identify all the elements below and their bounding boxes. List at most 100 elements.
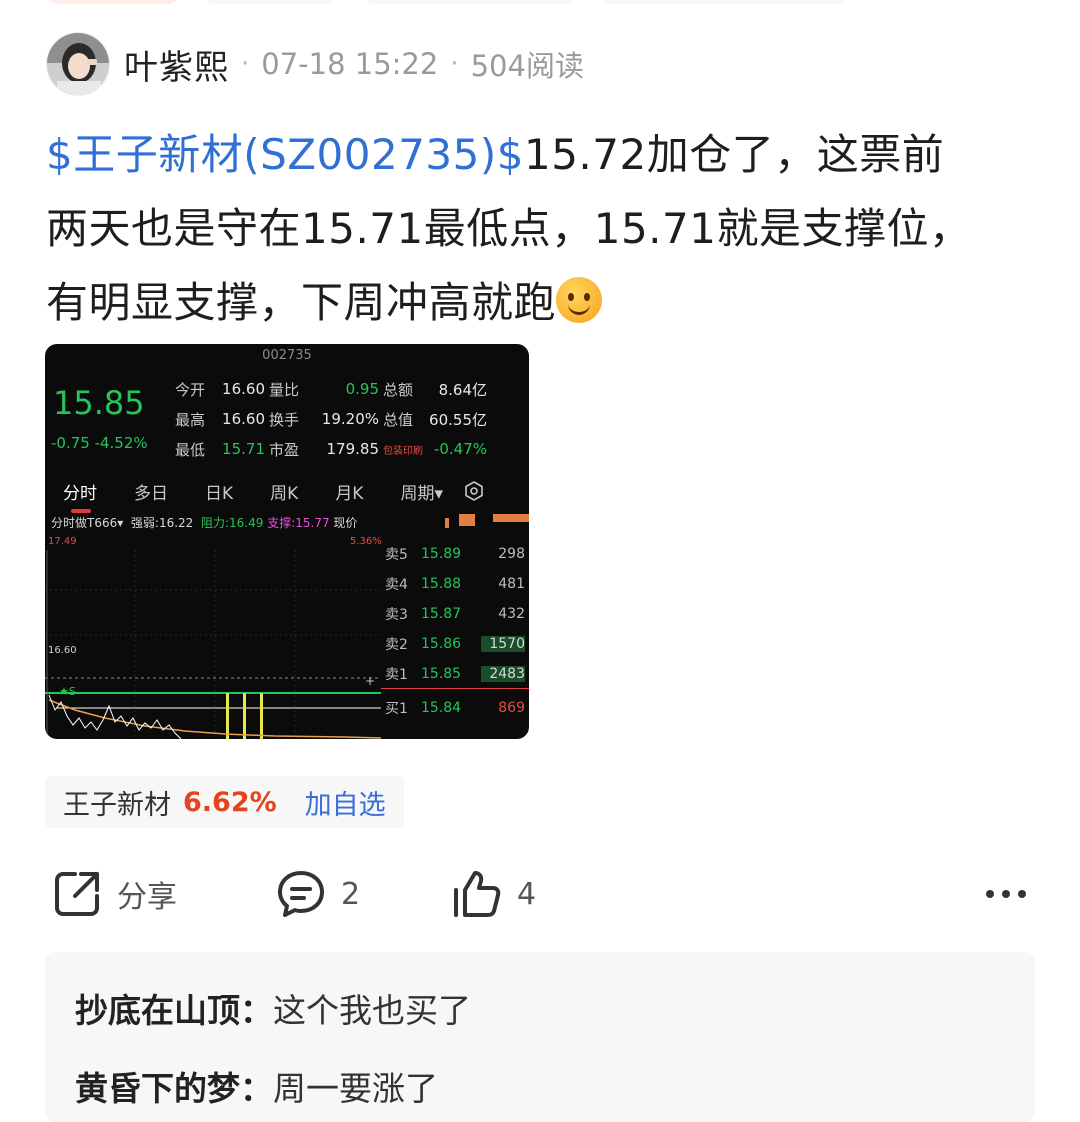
like-count: 4 [517, 876, 537, 912]
post-header: 叶紫熙 · 07-18 15:22 · 504阅读 [46, 32, 584, 96]
quote-stat-row: 最低 15.71 市盈 179.85 包装印刷 -0.47% [175, 434, 525, 464]
order-book-row: 卖3 15.87 432 [381, 599, 529, 629]
stock-quote-screenshot[interactable]: 002735 15.85 -0.75 -4.52% 今开 16.60 量比 0.… [45, 344, 529, 739]
comment-text: 这个我也买了 [273, 991, 471, 1030]
book-price: 15.88 [421, 576, 462, 592]
post-line-1: $王子新材(SZ002735)$15.72加仓了，这票前 [46, 118, 1006, 192]
author-name[interactable]: 叶紫熙 [124, 40, 229, 89]
top-tab[interactable] [48, 0, 178, 4]
book-label: 卖5 [385, 547, 408, 563]
post-text-1: 15.72加仓了，这票前 [523, 130, 945, 179]
share-button[interactable]: 分享 [51, 862, 177, 926]
book-label: 卖3 [385, 607, 408, 623]
current-label: 现价 [333, 516, 358, 530]
stock-tag-link[interactable]: $王子新材(SZ002735)$ [46, 130, 524, 179]
settings-icon[interactable] [464, 481, 484, 501]
tab-monthk[interactable]: 月K [335, 479, 363, 504]
stat-label: 最高 [175, 410, 206, 429]
comment-button[interactable]: 2 [275, 862, 360, 926]
quote-stats: 今开 16.60 量比 0.95 总额 8.64亿 最高 16.60 换手 19… [175, 374, 525, 464]
top-tab-strip [0, 0, 1080, 8]
quote-code: 002735 [262, 348, 312, 363]
like-button[interactable]: 4 [451, 862, 536, 926]
book-volume: 432 [498, 606, 525, 622]
post-text-2: 两天也是守在15.71最低点，15.71就是支撑位， [46, 204, 972, 253]
stat-value: 16.60 [222, 410, 265, 428]
stat-label: 换手 [269, 410, 300, 429]
stat-label: 总值 [383, 410, 414, 429]
add-watchlist-button[interactable]: 加自选 [305, 783, 386, 822]
order-book-row: 卖1 15.85 2483 [381, 659, 529, 689]
top-tab[interactable] [600, 0, 845, 4]
post-text-3: 有明显支撑，下周冲高就跑 [46, 278, 557, 327]
tab-dayk[interactable]: 日K [205, 479, 233, 504]
book-volume: 1570 [481, 636, 525, 652]
support-value: 支撑:15.77 [267, 516, 330, 530]
post-time: 07-18 15:22 [261, 47, 439, 81]
separator-dot: · [450, 49, 459, 79]
comment-user[interactable]: 抄底在山顶 [75, 991, 240, 1030]
stat-label: 今开 [175, 380, 206, 399]
book-price: 15.85 [421, 665, 462, 682]
stock-chip-name[interactable]: 王子新材 [63, 783, 171, 822]
more-icon [986, 890, 1026, 898]
indicator-name[interactable]: 分时做T666▾ [51, 516, 123, 530]
comment-user[interactable]: 黄昏下的梦 [75, 1069, 240, 1108]
avatar[interactable] [46, 32, 110, 96]
share-label: 分享 [117, 880, 177, 915]
tab-fenshi[interactable]: 分时 [63, 479, 97, 513]
stat-value: 15.71 [222, 440, 265, 458]
comment-item[interactable]: 抄底在山顶：这个我也买了 [75, 972, 1005, 1050]
stat-value: 0.95 [345, 380, 379, 398]
stat-value: -0.47% [433, 440, 487, 458]
book-label: 买1 [385, 701, 408, 717]
comment-icon [278, 871, 324, 917]
chart-high-price: 17.49 [48, 536, 77, 547]
thumbs-up-icon [454, 871, 501, 917]
more-button[interactable] [985, 862, 1027, 926]
quote-stat-row: 今开 16.60 量比 0.95 总额 8.64亿 [175, 374, 525, 404]
quote-stat-row: 最高 16.60 换手 19.20% 总值 60.55亿 [175, 404, 525, 434]
book-price: 15.89 [421, 546, 462, 562]
order-book-row: 卖5 15.89 298 [381, 539, 529, 569]
svg-text:★S: ★S [59, 685, 76, 698]
stat-label: 量比 [269, 380, 300, 399]
book-volume: 481 [498, 576, 525, 592]
stat-label: 市盈 [269, 440, 300, 459]
order-book-row: 卖4 15.88 481 [381, 569, 529, 599]
stat-label: 总额 [383, 380, 414, 399]
chart-high-pct: 5.36% [350, 536, 382, 547]
svg-text:+: + [365, 674, 375, 688]
stat-value: 8.64亿 [438, 380, 487, 399]
order-book-row: 卖2 15.86 1570 [381, 629, 529, 659]
book-price: 15.84 [421, 700, 462, 716]
book-label: 卖4 [385, 577, 408, 593]
book-price: 15.87 [421, 606, 462, 622]
read-count: 504阅读 [470, 49, 584, 83]
post-body: $王子新材(SZ002735)$15.72加仓了，这票前 两天也是守在15.71… [46, 118, 1006, 340]
book-volume: 2483 [481, 665, 525, 682]
chart-open-price: 16.60 [48, 645, 77, 656]
stat-label: 最低 [175, 440, 206, 459]
quote-tabbar: 分时 多日 日K 周K 月K 周期▾ [45, 474, 529, 513]
comment-colon: ： [240, 991, 273, 1030]
resistance-value: 阻力:16.49 [200, 516, 264, 530]
book-volume: 298 [498, 546, 525, 562]
stock-chip[interactable]: 王子新材 6.62% 加自选 [45, 776, 404, 828]
stock-chip-change: 6.62% [183, 786, 277, 818]
quote-change: -0.75 -4.52% [51, 434, 148, 452]
top-tab[interactable] [365, 0, 575, 4]
tab-weekk[interactable]: 周K [270, 479, 298, 504]
stat-value: 19.20% [321, 410, 379, 428]
top-tab[interactable] [205, 0, 335, 4]
book-label: 卖2 [385, 637, 408, 653]
quote-price: 15.85 [53, 384, 145, 422]
order-book-row: 买1 15.84 869 [381, 693, 529, 723]
tab-multiday[interactable]: 多日 [134, 479, 168, 504]
comment-item[interactable]: 黄昏下的梦：周一要涨了 [75, 1050, 1005, 1122]
intraday-chart[interactable]: ★S + [45, 530, 381, 739]
stat-label: 包装印刷 [383, 445, 423, 457]
tab-period[interactable]: 周期▾ [400, 479, 443, 504]
stat-value: 60.55亿 [429, 410, 487, 429]
comment-colon: ： [240, 1069, 273, 1108]
